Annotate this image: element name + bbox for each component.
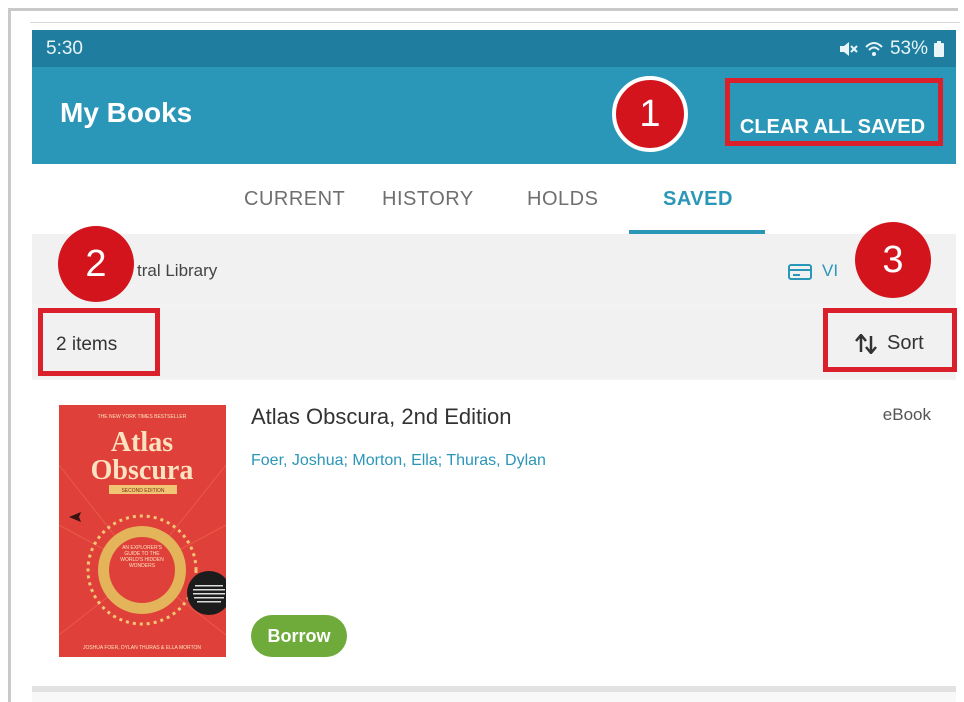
- cover-byline: JOSHUA FOER, DYLAN THURAS & ELLA MORTON: [83, 645, 201, 651]
- cover-ribbon: SECOND EDITION: [121, 488, 164, 494]
- tab-saved[interactable]: SAVED: [663, 188, 733, 211]
- status-bar: 5:30 53%: [32, 30, 956, 67]
- library-card-icon[interactable]: [788, 264, 812, 280]
- tab-current[interactable]: CURRENT: [244, 188, 345, 211]
- frame-left-border: [8, 8, 11, 702]
- next-item-edge: [32, 692, 956, 702]
- library-name: tral Library: [137, 261, 218, 280]
- annotation-badge-3: 3: [855, 222, 931, 298]
- tab-holds[interactable]: HOLDS: [527, 188, 598, 211]
- view-library-link[interactable]: VI: [822, 261, 838, 281]
- annotation-badge-1: 1: [612, 76, 688, 152]
- book-cover[interactable]: THE NEW YORK TIMES BESTSELLER Atlas Obsc…: [59, 405, 226, 657]
- status-icons: 53%: [838, 38, 944, 60]
- battery-icon: [934, 41, 944, 57]
- mute-icon: [839, 42, 858, 56]
- wifi-icon: [865, 42, 883, 56]
- screenshot-frame: 5:30 53% My Books CLEAR ALL SAVED CURREN…: [0, 0, 964, 702]
- highlight-box-clear-all: [725, 78, 943, 146]
- battery-percent: 53%: [889, 38, 928, 59]
- borrow-button[interactable]: Borrow: [251, 615, 347, 657]
- book-authors[interactable]: Foer, Joshua; Morton, Ella; Thuras, Dyla…: [251, 452, 546, 470]
- cover-title-line2: Obscura: [91, 455, 194, 486]
- highlight-box-items-count: [38, 308, 160, 376]
- cover-title-line1: Atlas: [111, 427, 173, 458]
- library-row: tral Library VI: [32, 234, 956, 304]
- page-title: My Books: [60, 97, 193, 128]
- book-format: eBook: [882, 405, 931, 424]
- tab-history[interactable]: HISTORY: [382, 188, 474, 211]
- cover-subtitle: AN EXPLORER'S GUIDE TO THE WORLD'S HIDDE…: [120, 545, 164, 569]
- frame-top-border: [8, 8, 958, 11]
- book-card[interactable]: THE NEW YORK TIMES BESTSELLER Atlas Obsc…: [32, 380, 956, 686]
- frame-inner-line: [30, 22, 960, 23]
- book-title[interactable]: Atlas Obscura, 2nd Edition: [251, 404, 511, 430]
- tab-bar: CURRENT HISTORY HOLDS SAVED: [32, 164, 956, 234]
- annotation-badge-2: 2: [58, 226, 134, 302]
- cover-banner: THE NEW YORK TIMES BESTSELLER: [98, 414, 187, 420]
- list-header: 2 items Sort: [32, 308, 956, 378]
- highlight-box-sort: [823, 308, 957, 372]
- status-time: 5:30: [46, 38, 83, 59]
